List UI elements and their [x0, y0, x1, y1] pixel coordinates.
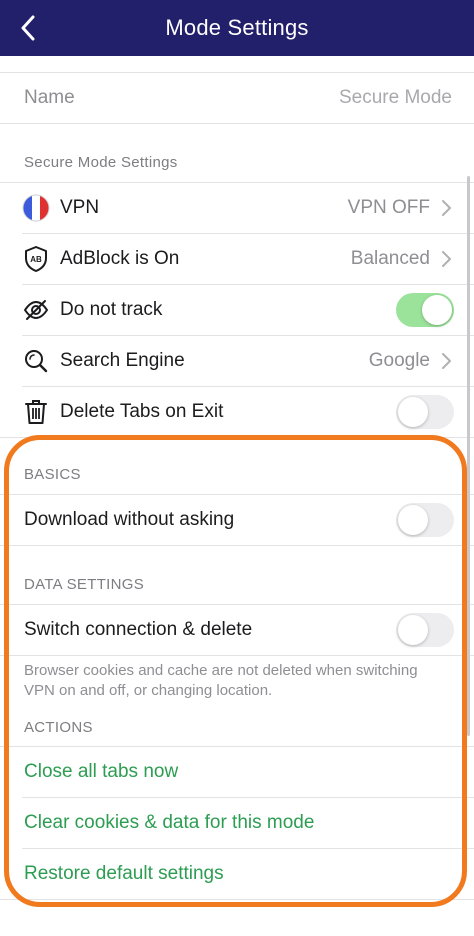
divider: [0, 123, 474, 124]
chevron-right-icon: [442, 251, 451, 267]
download-row: Download without asking: [0, 495, 474, 545]
do-not-track-row: Do not track: [0, 285, 474, 335]
adblock-value: Balanced: [350, 248, 430, 269]
data-settings-note: Browser cookies and cache are not delete…: [24, 662, 418, 699]
adblock-shield-icon: AB: [22, 245, 50, 273]
download-label: Download without asking: [24, 509, 235, 530]
page-title: Mode Settings: [165, 15, 309, 40]
search-engine-row[interactable]: Search Engine Google: [0, 336, 474, 386]
delete-tabs-label: Delete Tabs on Exit: [60, 401, 224, 422]
toggle-knob: [398, 615, 428, 645]
search-magnifier-icon: [22, 347, 50, 375]
divider: [0, 899, 474, 900]
scrollbar[interactable]: [467, 176, 470, 736]
toggle-knob: [398, 397, 428, 427]
do-not-track-label: Do not track: [60, 299, 163, 320]
chevron-right-icon: [442, 353, 451, 369]
search-engine-value: Google: [368, 350, 430, 371]
adblock-row[interactable]: AB AdBlock is On Balanced: [0, 234, 474, 284]
nav-bar: Mode Settings: [0, 0, 474, 56]
delete-tabs-row: Delete Tabs on Exit: [0, 387, 474, 437]
svg-text:AB: AB: [30, 255, 42, 264]
clear-cookies-row[interactable]: Clear cookies & data for this mode: [0, 798, 474, 848]
switch-connection-toggle[interactable]: [396, 613, 454, 647]
section-title-basics: BASICS: [24, 466, 81, 483]
vpn-value: VPN OFF: [347, 197, 430, 218]
delete-tabs-toggle[interactable]: [396, 395, 454, 429]
name-row[interactable]: Name Secure Mode: [0, 73, 474, 123]
section-title-data-settings: DATA SETTINGS: [24, 576, 145, 593]
restore-defaults-row[interactable]: Restore default settings: [0, 849, 474, 899]
search-engine-label: Search Engine: [60, 350, 185, 371]
settings-sheet: Name Secure Mode Secure Mode Settings VP…: [0, 56, 474, 936]
chevron-right-icon: [442, 200, 451, 216]
toggle-knob: [422, 295, 452, 325]
name-field[interactable]: Secure Mode: [339, 87, 452, 109]
back-button[interactable]: [8, 8, 48, 48]
switch-connection-label: Switch connection & delete: [24, 619, 253, 640]
eye-crossed-icon: [22, 296, 50, 324]
adblock-label: AdBlock is On: [60, 248, 180, 269]
divider: [0, 437, 474, 438]
close-tabs-row[interactable]: Close all tabs now: [0, 747, 474, 797]
close-all-tabs-button[interactable]: Close all tabs now: [24, 761, 178, 783]
restore-defaults-button[interactable]: Restore default settings: [24, 863, 224, 885]
toggle-knob: [398, 505, 428, 535]
france-flag-icon: [22, 194, 50, 222]
chevron-left-icon: [21, 15, 35, 41]
switch-connection-row: Switch connection & delete: [0, 605, 474, 655]
divider: [0, 545, 474, 546]
name-label: Name: [24, 87, 75, 108]
clear-cookies-button[interactable]: Clear cookies & data for this mode: [24, 812, 314, 834]
vpn-label: VPN: [60, 197, 100, 218]
do-not-track-toggle[interactable]: [396, 293, 454, 327]
download-toggle[interactable]: [396, 503, 454, 537]
trash-icon: [22, 398, 50, 426]
vpn-row[interactable]: VPN VPN OFF: [0, 183, 474, 233]
section-title-actions: ACTIONS: [24, 719, 93, 736]
divider: [0, 655, 474, 656]
section-title-secure-mode: Secure Mode Settings: [24, 154, 178, 171]
